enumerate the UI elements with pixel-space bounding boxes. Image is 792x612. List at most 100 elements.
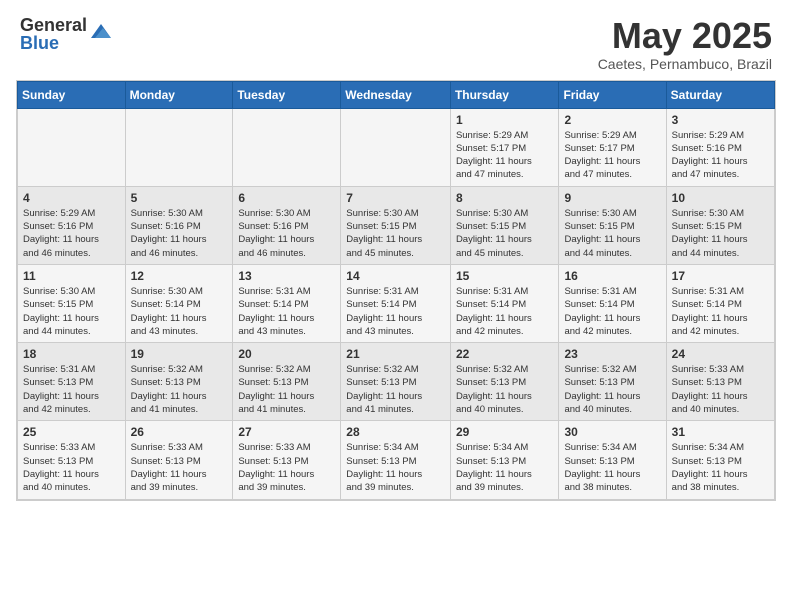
day-info: Sunrise: 5:32 AMSunset: 5:13 PMDaylight:… <box>456 363 554 416</box>
day-number: 13 <box>238 269 335 283</box>
calendar-cell: 24 Sunrise: 5:33 AMSunset: 5:13 PMDayligh… <box>666 343 774 421</box>
calendar-cell: 29 Sunrise: 5:34 AMSunset: 5:13 PMDayligh… <box>450 421 559 499</box>
calendar-cell: 10 Sunrise: 5:30 AMSunset: 5:15 PMDayligh… <box>666 186 774 264</box>
calendar-cell <box>233 108 341 186</box>
day-info: Sunrise: 5:30 AMSunset: 5:15 PMDaylight:… <box>23 285 120 338</box>
day-info: Sunrise: 5:30 AMSunset: 5:16 PMDaylight:… <box>238 207 335 260</box>
day-info: Sunrise: 5:30 AMSunset: 5:15 PMDaylight:… <box>346 207 445 260</box>
day-info: Sunrise: 5:31 AMSunset: 5:14 PMDaylight:… <box>456 285 554 338</box>
calendar-cell: 7 Sunrise: 5:30 AMSunset: 5:15 PMDaylight… <box>341 186 451 264</box>
main-title: May 2025 <box>598 16 772 56</box>
day-info: Sunrise: 5:32 AMSunset: 5:13 PMDaylight:… <box>346 363 445 416</box>
day-number: 22 <box>456 347 554 361</box>
logo-general-text: General <box>20 16 87 34</box>
header: General Blue May 2025 Caetes, Pernambuco… <box>0 0 792 80</box>
day-number: 3 <box>672 113 769 127</box>
calendar-cell: 12 Sunrise: 5:30 AMSunset: 5:14 PMDayligh… <box>125 264 233 342</box>
day-of-week-header: Wednesday <box>341 81 451 108</box>
calendar-cell <box>18 108 126 186</box>
calendar-cell: 28 Sunrise: 5:34 AMSunset: 5:13 PMDayligh… <box>341 421 451 499</box>
calendar-cell: 13 Sunrise: 5:31 AMSunset: 5:14 PMDayligh… <box>233 264 341 342</box>
day-number: 14 <box>346 269 445 283</box>
day-info: Sunrise: 5:30 AMSunset: 5:16 PMDaylight:… <box>131 207 228 260</box>
calendar-cell: 19 Sunrise: 5:32 AMSunset: 5:13 PMDayligh… <box>125 343 233 421</box>
logo: General Blue <box>20 16 113 52</box>
day-number: 5 <box>131 191 228 205</box>
day-number: 7 <box>346 191 445 205</box>
day-info: Sunrise: 5:32 AMSunset: 5:13 PMDaylight:… <box>131 363 228 416</box>
day-number: 17 <box>672 269 769 283</box>
day-info: Sunrise: 5:30 AMSunset: 5:14 PMDaylight:… <box>131 285 228 338</box>
day-of-week-header: Saturday <box>666 81 774 108</box>
day-number: 12 <box>131 269 228 283</box>
day-number: 26 <box>131 425 228 439</box>
day-info: Sunrise: 5:30 AMSunset: 5:15 PMDaylight:… <box>456 207 554 260</box>
day-number: 28 <box>346 425 445 439</box>
calendar-cell: 8 Sunrise: 5:30 AMSunset: 5:15 PMDaylight… <box>450 186 559 264</box>
calendar-cell: 14 Sunrise: 5:31 AMSunset: 5:14 PMDayligh… <box>341 264 451 342</box>
calendar-cell: 23Sunrise: 5:32 AMSunset: 5:13 PMDayligh… <box>559 343 666 421</box>
day-info: Sunrise: 5:34 AMSunset: 5:13 PMDaylight:… <box>672 441 769 494</box>
calendar-cell: 4Sunrise: 5:29 AMSunset: 5:16 PMDaylight… <box>18 186 126 264</box>
calendar-cell: 11 Sunrise: 5:30 AMSunset: 5:15 PMDayligh… <box>18 264 126 342</box>
day-of-week-header: Tuesday <box>233 81 341 108</box>
day-number: 20 <box>238 347 335 361</box>
calendar-cell: 16 Sunrise: 5:31 AMSunset: 5:14 PMDayligh… <box>559 264 666 342</box>
day-of-week-header: Sunday <box>18 81 126 108</box>
calendar-cell: 22 Sunrise: 5:32 AMSunset: 5:13 PMDayligh… <box>450 343 559 421</box>
day-info: Sunrise: 5:33 AMSunset: 5:13 PMDaylight:… <box>238 441 335 494</box>
day-number: 6 <box>238 191 335 205</box>
day-info: Sunrise: 5:31 AMSunset: 5:14 PMDaylight:… <box>346 285 445 338</box>
day-number: 9 <box>564 191 660 205</box>
day-info: Sunrise: 5:29 AMSunset: 5:17 PMDaylight:… <box>564 129 660 182</box>
calendar-cell: 20Sunrise: 5:32 AMSunset: 5:13 PMDayligh… <box>233 343 341 421</box>
day-number: 18 <box>23 347 120 361</box>
day-number: 29 <box>456 425 554 439</box>
day-info: Sunrise: 5:31 AMSunset: 5:14 PMDaylight:… <box>238 285 335 338</box>
day-info: Sunrise: 5:29 AMSunset: 5:16 PMDaylight:… <box>23 207 120 260</box>
day-number: 1 <box>456 113 554 127</box>
day-number: 19 <box>131 347 228 361</box>
day-info: Sunrise: 5:30 AMSunset: 5:15 PMDaylight:… <box>564 207 660 260</box>
subtitle: Caetes, Pernambuco, Brazil <box>598 56 772 72</box>
day-number: 31 <box>672 425 769 439</box>
day-number: 24 <box>672 347 769 361</box>
logo-icon <box>89 20 113 49</box>
day-info: Sunrise: 5:29 AMSunset: 5:16 PMDaylight:… <box>672 129 769 182</box>
calendar-cell: 27 Sunrise: 5:33 AMSunset: 5:13 PMDayligh… <box>233 421 341 499</box>
day-number: 21 <box>346 347 445 361</box>
day-number: 30 <box>564 425 660 439</box>
day-info: Sunrise: 5:33 AMSunset: 5:13 PMDaylight:… <box>672 363 769 416</box>
page: General Blue May 2025 Caetes, Pernambuco… <box>0 0 792 612</box>
calendar-cell <box>125 108 233 186</box>
day-number: 23 <box>564 347 660 361</box>
day-number: 11 <box>23 269 120 283</box>
day-number: 15 <box>456 269 554 283</box>
calendar-cell: 3 Sunrise: 5:29 AMSunset: 5:16 PMDaylight… <box>666 108 774 186</box>
day-info: Sunrise: 5:34 AMSunset: 5:13 PMDaylight:… <box>456 441 554 494</box>
day-number: 27 <box>238 425 335 439</box>
day-of-week-header: Monday <box>125 81 233 108</box>
calendar-cell <box>341 108 451 186</box>
day-number: 25 <box>23 425 120 439</box>
day-of-week-header: Thursday <box>450 81 559 108</box>
calendar-cell: 2 Sunrise: 5:29 AMSunset: 5:17 PMDaylight… <box>559 108 666 186</box>
day-of-week-header: Friday <box>559 81 666 108</box>
day-number: 8 <box>456 191 554 205</box>
calendar-cell: 9 Sunrise: 5:30 AMSunset: 5:15 PMDaylight… <box>559 186 666 264</box>
day-info: Sunrise: 5:31 AMSunset: 5:14 PMDaylight:… <box>564 285 660 338</box>
calendar-cell: 25Sunrise: 5:33 AMSunset: 5:13 PMDayligh… <box>18 421 126 499</box>
day-info: Sunrise: 5:29 AMSunset: 5:17 PMDaylight:… <box>456 129 554 182</box>
day-info: Sunrise: 5:30 AMSunset: 5:15 PMDaylight:… <box>672 207 769 260</box>
day-number: 10 <box>672 191 769 205</box>
calendar: SundayMondayTuesdayWednesdayThursdayFrid… <box>16 80 776 501</box>
logo-blue-text: Blue <box>20 34 87 52</box>
day-number: 16 <box>564 269 660 283</box>
calendar-cell: 15 Sunrise: 5:31 AMSunset: 5:14 PMDayligh… <box>450 264 559 342</box>
calendar-cell: 6 Sunrise: 5:30 AMSunset: 5:16 PMDaylight… <box>233 186 341 264</box>
day-info: Sunrise: 5:34 AMSunset: 5:13 PMDaylight:… <box>346 441 445 494</box>
calendar-cell: 26Sunrise: 5:33 AMSunset: 5:13 PMDayligh… <box>125 421 233 499</box>
day-number: 2 <box>564 113 660 127</box>
calendar-cell: 31 Sunrise: 5:34 AMSunset: 5:13 PMDayligh… <box>666 421 774 499</box>
calendar-cell: 1 Sunrise: 5:29 AMSunset: 5:17 PMDaylight… <box>450 108 559 186</box>
